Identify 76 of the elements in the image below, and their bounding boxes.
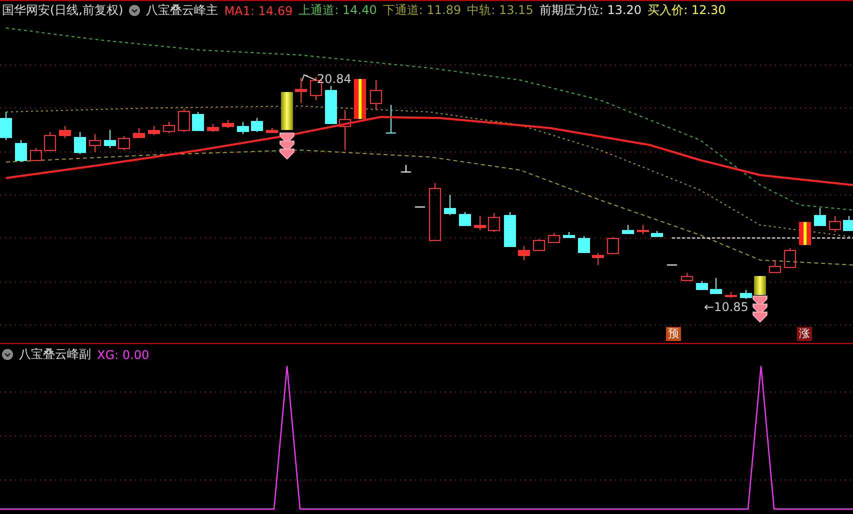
sub-indicator-name: 八宝叠云峰副 <box>19 346 91 363</box>
indicator-value: XG: 0.00 <box>97 348 150 362</box>
candlestick <box>444 194 456 216</box>
candlestick <box>799 222 811 245</box>
signal-badge: 涨 <box>797 327 812 341</box>
candlestick <box>400 164 412 172</box>
indicator-value: 中轨: 13.15 <box>467 2 534 19</box>
candlestick <box>295 78 307 104</box>
candlestick <box>474 216 486 230</box>
pointer-arrow-icon <box>302 74 316 82</box>
candlestick <box>725 292 737 298</box>
candlestick <box>118 136 130 150</box>
candlestick <box>30 148 42 162</box>
candlestick <box>237 122 249 134</box>
candlestick <box>710 278 722 294</box>
signal-badge: 预 <box>666 327 681 341</box>
dropdown-icon[interactable] <box>2 349 13 360</box>
candlestick <box>784 248 796 268</box>
signal-pillar-drawing <box>281 92 293 130</box>
candlestick <box>414 206 426 208</box>
candlestick <box>814 208 826 226</box>
low-price-label: ←10.85 <box>704 300 748 314</box>
indicator-value: MA1: 14.69 <box>224 4 293 18</box>
candlestick <box>133 128 145 138</box>
dropdown-icon[interactable] <box>129 5 140 16</box>
candlestick <box>266 128 278 134</box>
candlestick <box>696 280 708 290</box>
candlestick <box>148 126 160 136</box>
candlestick <box>740 290 752 300</box>
indicator-value: 下通道: 11.89 <box>382 2 462 19</box>
candlestick <box>429 182 441 241</box>
candlestick <box>370 80 382 110</box>
candlestick <box>222 120 234 128</box>
security-title: 国华网安(日线,前复权) <box>2 2 124 19</box>
candlestick <box>533 238 545 252</box>
candlestick <box>89 134 101 152</box>
candlestick <box>59 126 71 138</box>
candlestick <box>325 86 337 124</box>
candlestick <box>163 122 175 134</box>
candlestick <box>386 104 396 134</box>
candlestick <box>251 118 263 132</box>
candlestick <box>104 130 116 148</box>
candlestick <box>607 236 619 254</box>
candlestick <box>592 252 604 266</box>
candlestick <box>15 140 27 162</box>
candlestick <box>354 79 366 119</box>
candlestick <box>0 112 12 140</box>
candlestick <box>681 272 693 282</box>
candlestick <box>178 108 190 132</box>
candlestick <box>339 110 351 150</box>
indicator-name: 八宝叠云峰主 <box>146 2 218 19</box>
candlestick <box>459 212 471 226</box>
candlestick <box>44 132 56 152</box>
candlestick <box>548 232 560 244</box>
candlestick <box>192 112 204 132</box>
candlestick <box>578 236 590 254</box>
indicator-value: 前期压力位: 13.20 <box>539 2 642 19</box>
high-price-label: 20.84 <box>317 72 352 86</box>
candlestick <box>488 212 500 232</box>
indicator-value: 买入价: 12.30 <box>648 2 726 19</box>
candlestick <box>74 132 86 154</box>
candlestick <box>637 224 649 234</box>
candlestick <box>207 124 219 132</box>
candlestick <box>843 216 853 232</box>
candlestick <box>563 232 575 238</box>
candlestick <box>829 216 841 232</box>
candlestick <box>504 212 516 248</box>
candlestick <box>769 260 781 274</box>
candlestick <box>622 224 634 234</box>
candlestick <box>666 264 678 266</box>
candlestick <box>518 246 530 260</box>
indicator-value: 上通道: 14.40 <box>298 2 377 19</box>
candlestick <box>651 230 663 238</box>
diamond-stack-icon <box>280 132 294 160</box>
diamond-stack-icon <box>752 296 768 323</box>
signal-pillar-drawing <box>754 276 766 295</box>
